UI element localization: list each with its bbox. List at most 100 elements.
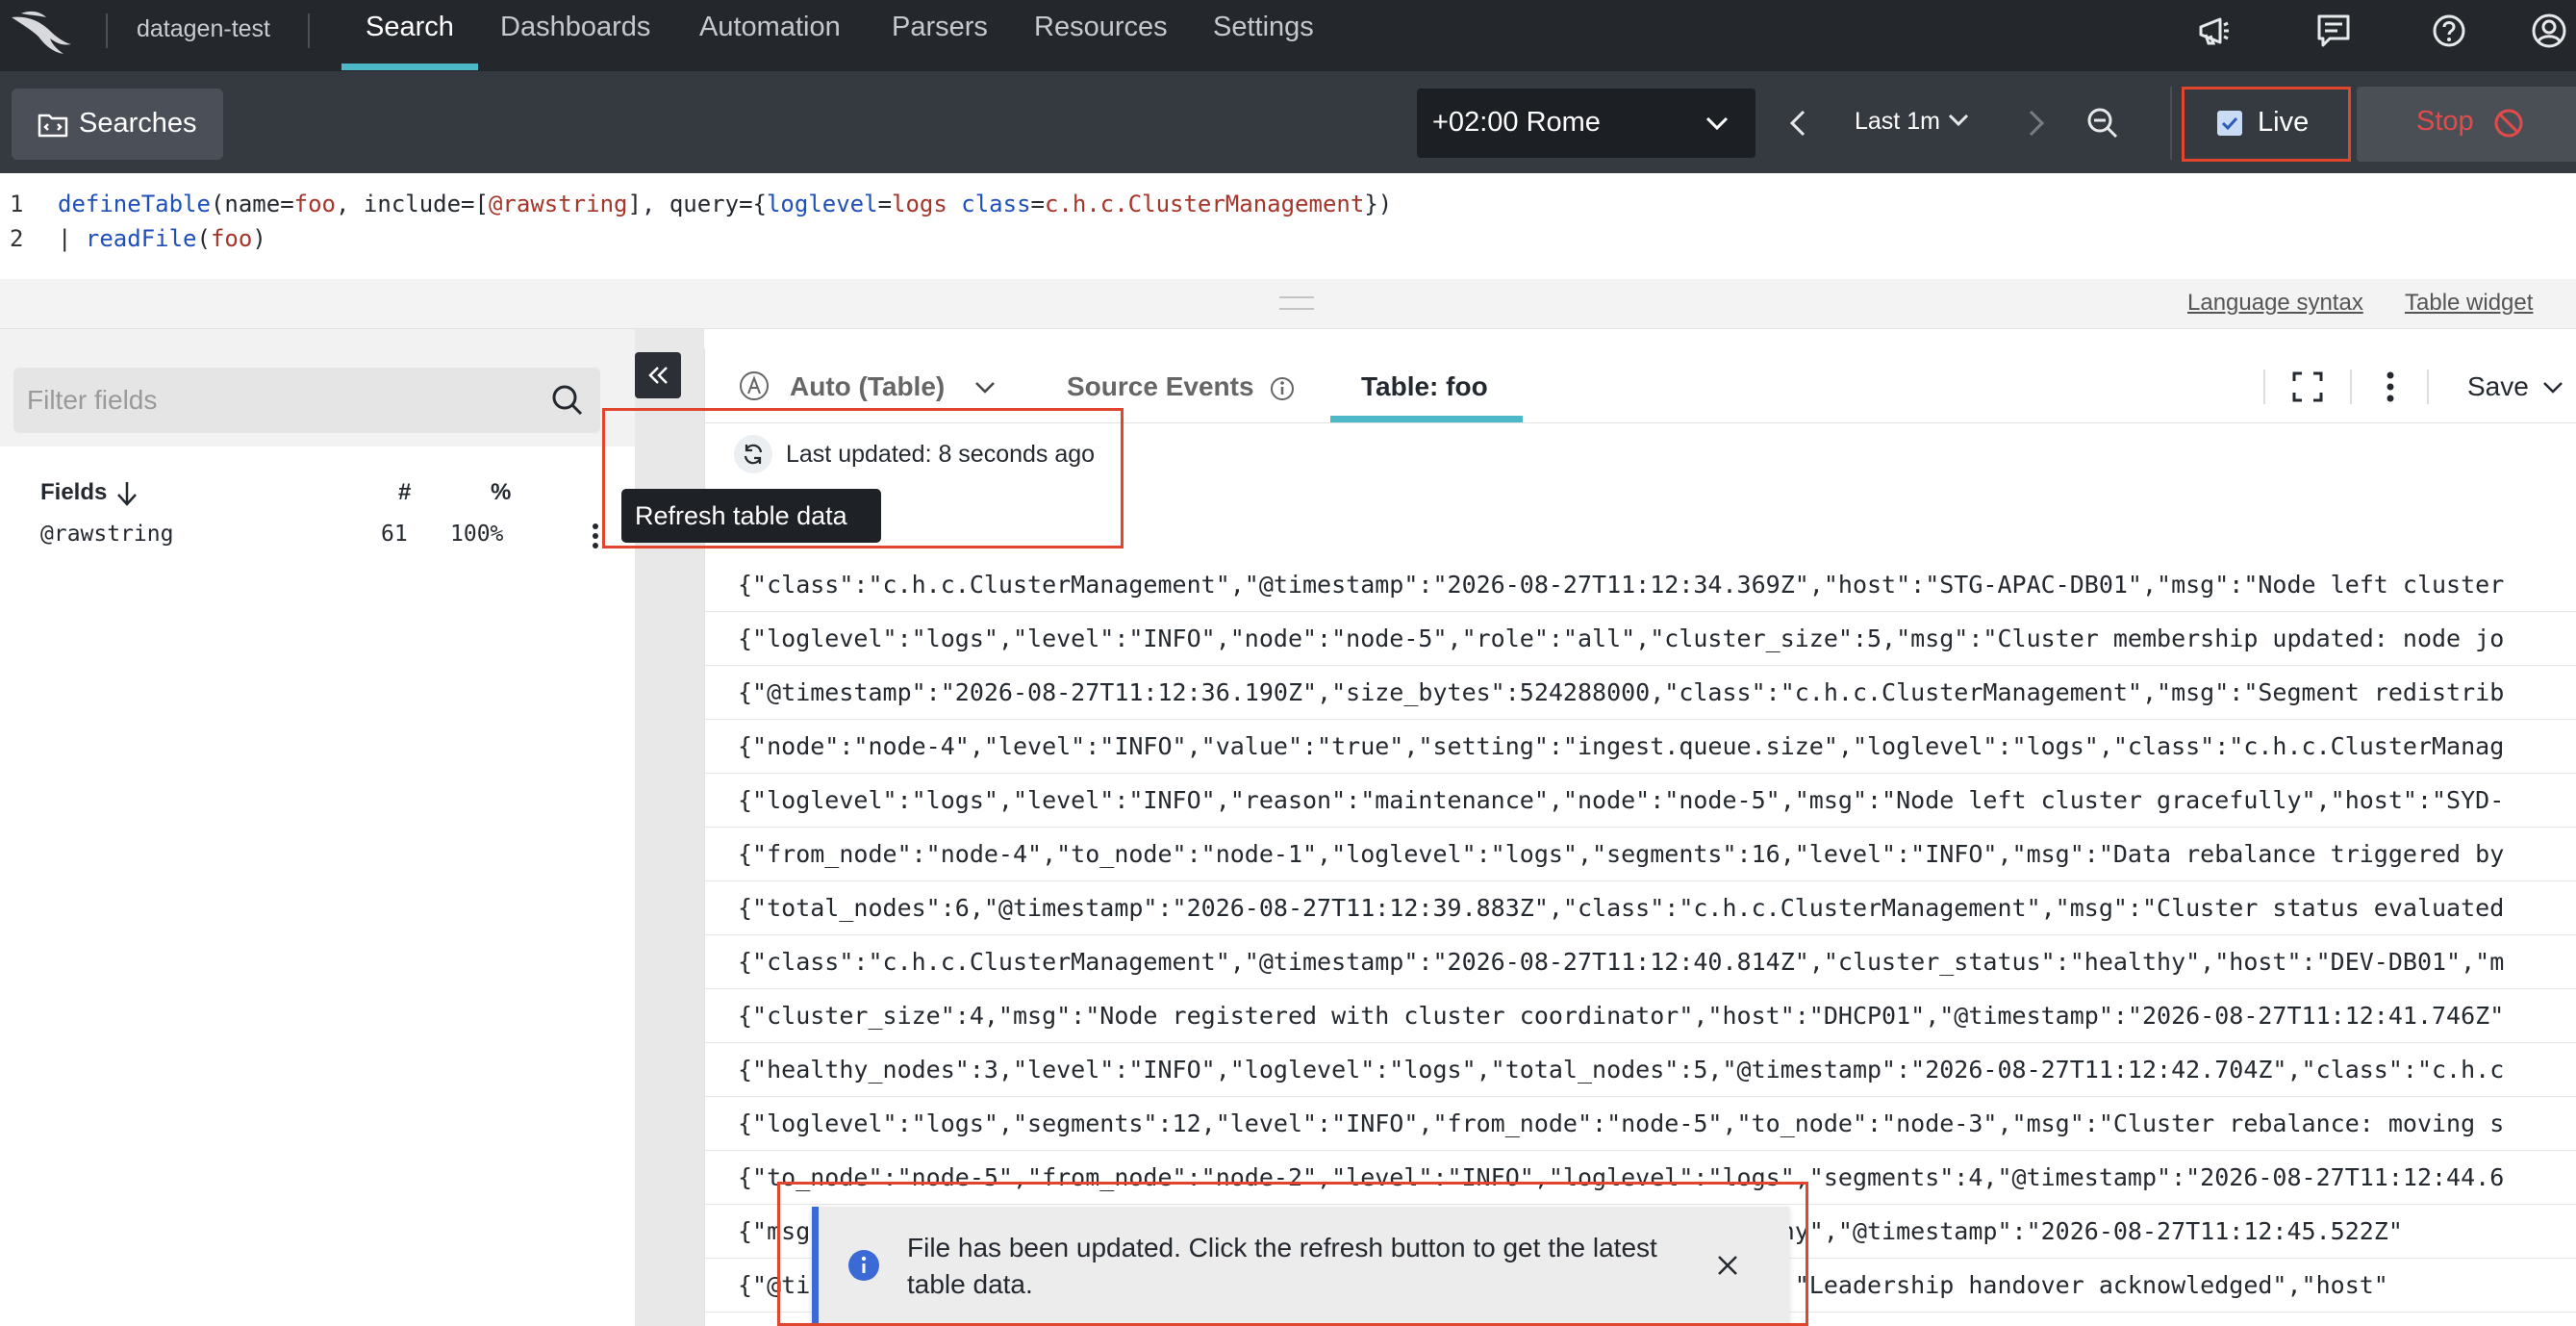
megaphone-icon[interactable]: [2195, 12, 2234, 50]
repository-name[interactable]: datagen-test: [137, 15, 270, 43]
nav-tab-automation[interactable]: Automation: [699, 12, 841, 43]
stop-button[interactable]: Stop: [2357, 87, 2576, 162]
table-row[interactable]: {"loglevel":"logs","level":"INFO","reaso…: [705, 774, 2576, 828]
nav-divider: [106, 13, 108, 48]
query-text: [947, 191, 961, 217]
falcon-logo-icon[interactable]: [8, 4, 75, 58]
query-line-2[interactable]: | readFile(foo): [58, 225, 266, 252]
nav-divider: [308, 13, 310, 48]
active-tab-indicator: [1330, 416, 1523, 422]
query-line-1[interactable]: defineTable(name=foo, include=[@rawstrin…: [58, 191, 1392, 217]
query-text: =: [877, 191, 893, 217]
chevron-down-icon: [1705, 116, 1729, 131]
timezone-value: +02:00 Rome: [1432, 107, 1601, 138]
editor-footer: Language syntax Table widget: [0, 279, 2576, 329]
zoom-out-icon[interactable]: [2084, 104, 2122, 142]
percent-column-header[interactable]: %: [491, 479, 511, 506]
chevron-down-icon[interactable]: [2540, 377, 2565, 398]
query-text: , include=[: [336, 191, 489, 217]
chevron-down-icon[interactable]: [972, 377, 998, 398]
table-row[interactable]: {"class":"c.h.c.ClusterManagement","@tim…: [705, 935, 2576, 989]
query-field: class: [961, 191, 1031, 217]
query-field: loglevel: [766, 191, 878, 217]
nav-tab-parsers[interactable]: Parsers: [892, 12, 988, 43]
resize-handle[interactable]: [1279, 296, 1314, 310]
table-widget-link[interactable]: Table widget: [2405, 290, 2533, 317]
tab-table-foo[interactable]: Table: foo: [1361, 371, 1488, 402]
table-row[interactable]: {"healthy_nodes":3,"level":"INFO","logle…: [705, 1043, 2576, 1097]
query-pipe: |: [58, 225, 86, 252]
double-chevron-left-icon: [648, 367, 668, 384]
field-name[interactable]: @rawstring: [40, 522, 173, 547]
user-icon[interactable]: [2530, 12, 2568, 50]
nav-tab-resources[interactable]: Resources: [1034, 12, 1168, 43]
tabs-divider: [2350, 370, 2352, 404]
searches-label: Searches: [79, 108, 197, 139]
table-row[interactable]: {"total_nodes":6,"@timestamp":"2026-08-2…: [705, 881, 2576, 935]
table-row[interactable]: {"@timestamp":"2026-08-27T11:12:36.190Z"…: [705, 666, 2576, 720]
tabs-divider: [2427, 370, 2429, 404]
search-icon[interactable]: [548, 381, 587, 420]
table-row[interactable]: {"class":"c.h.c.ClusterManagement","@tim…: [705, 558, 2576, 612]
table-row[interactable]: {"loglevel":"logs","level":"INFO","node"…: [705, 612, 2576, 666]
query-value: foo: [210, 225, 253, 252]
table-row[interactable]: {"node":"node-4","level":"INFO","value":…: [705, 720, 2576, 774]
query-text: (name=: [210, 191, 294, 217]
query-editor[interactable]: 1 defineTable(name=foo, include=[@rawstr…: [0, 173, 2576, 279]
filter-fields-box[interactable]: [13, 368, 600, 433]
query-text: (: [196, 225, 211, 252]
info-icon[interactable]: [1269, 375, 1296, 402]
query-value: @rawstring: [488, 191, 628, 217]
query-function: defineTable: [58, 191, 211, 217]
stop-label: Stop: [2416, 106, 2474, 137]
next-range-icon[interactable]: [2016, 104, 2055, 142]
language-syntax-link[interactable]: Language syntax: [2187, 290, 2363, 317]
collapse-sidebar-button[interactable]: [635, 352, 681, 398]
filter-fields-input[interactable]: [27, 381, 527, 420]
tab-source-events[interactable]: Source Events: [1067, 371, 1254, 402]
feedback-icon[interactable]: [2314, 12, 2353, 50]
time-range-select[interactable]: Last 1m: [1855, 108, 1940, 136]
help-icon[interactable]: [2430, 12, 2468, 50]
nav-tab-settings[interactable]: Settings: [1213, 12, 1314, 43]
chevron-down-icon[interactable]: [1945, 106, 1972, 133]
query-text: ], query={: [627, 191, 767, 217]
query-text: }): [1364, 191, 1393, 217]
nav-tab-search[interactable]: Search: [366, 12, 454, 43]
save-button[interactable]: Save: [2467, 371, 2529, 402]
tabs-divider: [2263, 370, 2265, 404]
auto-widget-icon: [740, 371, 769, 400]
live-checkbox[interactable]: [2217, 111, 2242, 136]
toolbar-divider: [2170, 87, 2172, 160]
sort-down-icon[interactable]: [114, 479, 140, 508]
query-value: c.h.c.ClusterManagement: [1044, 191, 1365, 217]
query-value: logs: [892, 191, 947, 217]
live-label: Live: [2258, 107, 2310, 138]
table-row[interactable]: {"from_node":"node-4","to_node":"node-1"…: [705, 828, 2576, 881]
fields-panel: Fields # % @rawstring 61 100%: [0, 329, 635, 1326]
field-percent: 100%: [450, 522, 504, 547]
field-count: 61: [381, 522, 408, 547]
cancel-icon: [2494, 109, 2523, 138]
live-toggle[interactable]: Live: [2182, 87, 2351, 162]
previous-range-icon[interactable]: [1780, 104, 1818, 142]
refresh-tooltip: Refresh table data: [621, 489, 881, 543]
tab-auto-table[interactable]: Auto (Table): [790, 371, 945, 402]
filter-area: [0, 329, 635, 446]
saved-searches-icon: [38, 114, 68, 138]
line-number: 2: [10, 225, 24, 252]
checkmark-icon: [2221, 116, 2238, 131]
count-column-header[interactable]: #: [398, 479, 411, 506]
field-menu-icon[interactable]: [591, 522, 600, 550]
fields-column-header[interactable]: Fields: [40, 479, 107, 506]
query-value: foo: [293, 191, 337, 217]
top-navigation: datagen-test Search Dashboards Automatio…: [0, 0, 2576, 71]
fullscreen-icon[interactable]: [2290, 370, 2325, 404]
more-options-icon[interactable]: [2385, 370, 2396, 404]
nav-tab-dashboards[interactable]: Dashboards: [500, 12, 650, 43]
table-row[interactable]: {"loglevel":"logs","segments":12,"level"…: [705, 1097, 2576, 1151]
timezone-select[interactable]: +02:00 Rome: [1417, 89, 1755, 158]
query-text: ): [252, 225, 266, 252]
searches-button[interactable]: Searches: [12, 89, 223, 160]
table-row[interactable]: {"cluster_size":4,"msg":"Node registered…: [705, 989, 2576, 1043]
